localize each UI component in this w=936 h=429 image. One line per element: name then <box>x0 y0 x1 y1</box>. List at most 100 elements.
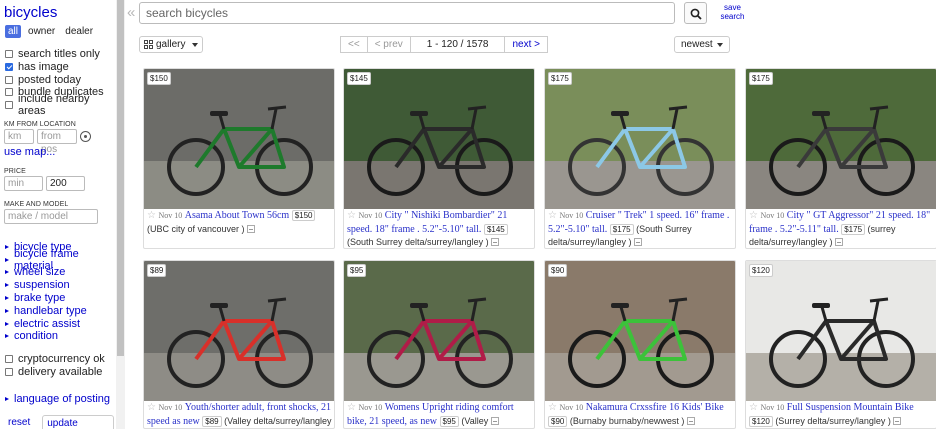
hide-listing-icon[interactable] <box>835 238 844 246</box>
filter-language-of-posting[interactable]: language of posting <box>4 392 114 405</box>
use-map-link[interactable]: use map... <box>4 146 114 158</box>
hide-listing-icon[interactable] <box>686 416 695 425</box>
make-model-input[interactable]: make / model <box>4 209 98 225</box>
listing-photo[interactable]: $150 <box>144 69 334 209</box>
listing-location: (South Surrey delta/surrey/langley ) <box>347 237 489 247</box>
hide-listing-icon[interactable] <box>634 238 643 246</box>
listing-photo[interactable]: $90 <box>545 261 735 401</box>
listing-title[interactable]: Asama About Town 56cm <box>185 210 289 221</box>
language-list: language of posting <box>4 392 114 405</box>
checkbox-box[interactable] <box>5 88 13 97</box>
search-button[interactable] <box>684 2 707 24</box>
locate-me-icon[interactable] <box>80 131 91 143</box>
listing-photo[interactable]: $89 <box>144 261 334 401</box>
star-icon[interactable]: ☆ <box>749 402 758 413</box>
save-search-link[interactable]: save search <box>715 3 750 21</box>
price-badge: $120 <box>749 264 773 277</box>
first-page-button[interactable]: << <box>340 36 368 53</box>
filter-electric-assist[interactable]: electric assist <box>4 317 114 330</box>
include-nearby-areas-checkbox[interactable]: include nearby areas <box>4 93 114 117</box>
checkbox-box[interactable] <box>5 50 13 59</box>
filter-brake-type[interactable]: brake type <box>4 292 114 305</box>
star-icon[interactable]: ☆ <box>347 210 356 221</box>
next-page-button[interactable]: next > <box>504 36 549 53</box>
price-badge: $175 <box>548 72 572 85</box>
hide-listing-icon[interactable] <box>247 224 256 233</box>
listing-location: (Valley <box>461 415 489 426</box>
hide-listing-icon[interactable] <box>893 416 902 425</box>
listing-card[interactable]: $145 ☆ Nov 10 City " Nishiki Bombardier" … <box>343 68 535 249</box>
listing-photo[interactable]: $175 <box>746 69 936 209</box>
listing-photo[interactable]: $145 <box>344 69 534 209</box>
bicycle-photo <box>545 69 735 209</box>
filter-suspension[interactable]: suspension <box>4 279 114 292</box>
filter-handlebar-type[interactable]: handlebar type <box>4 304 114 317</box>
checkbox-box[interactable] <box>5 101 13 110</box>
collapse-sidebar-icon[interactable]: « <box>127 4 135 21</box>
expand-arrow-icon <box>5 334 9 339</box>
has-image-checkbox[interactable]: has image <box>4 61 114 74</box>
listing-price: $150 <box>291 210 316 221</box>
price-min-input[interactable]: min <box>4 176 43 192</box>
listing-card[interactable]: $95 ☆ Nov 10 Womens Upright riding comfor… <box>343 260 535 429</box>
sidebar-scrollbar[interactable] <box>116 0 125 429</box>
checkbox-box[interactable] <box>5 367 13 376</box>
expand-arrow-icon <box>5 396 9 401</box>
hide-listing-icon[interactable] <box>490 416 499 425</box>
scrollbar-thumb[interactable] <box>117 0 124 356</box>
expand-arrow-icon <box>5 270 9 275</box>
view-mode-select[interactable]: gallery <box>139 36 204 53</box>
hide-listing-icon[interactable] <box>491 238 500 246</box>
checkbox-box[interactable] <box>5 75 13 84</box>
listing-info: ☆ Nov 10 Nakamura Crxssfire 16 Kids' Bik… <box>548 401 733 428</box>
checkbox-box[interactable] <box>5 355 13 364</box>
star-icon[interactable]: ☆ <box>147 210 156 221</box>
star-icon[interactable]: ☆ <box>147 402 156 413</box>
listing-card[interactable]: $89 ☆ Nov 10 Youth/shorter adult, front s… <box>143 260 335 429</box>
listing-info: ☆ Nov 10 City " GT Aggressor" 21 speed. … <box>749 209 934 248</box>
listing-date: Nov 10 <box>760 211 785 220</box>
tab-dealer[interactable]: dealer <box>61 24 98 39</box>
checkbox-label: posted today <box>18 73 81 86</box>
search-input[interactable]: search bicycles <box>139 2 675 24</box>
filter-bicycle-frame-material[interactable]: bicycle frame material <box>4 248 114 272</box>
listing-card[interactable]: $175 ☆ Nov 10 City " GT Aggressor" 21 spe… <box>745 68 936 249</box>
listing-title[interactable]: Nakamura Crxssfire 16 Kids' Bike <box>586 402 724 413</box>
tab-owner[interactable]: owner <box>24 24 60 39</box>
listing-photo[interactable]: $175 <box>545 69 735 209</box>
filter-condition[interactable]: condition <box>4 330 114 343</box>
delivery-available-checkbox[interactable]: delivery available <box>4 366 114 379</box>
price-badge: $95 <box>347 264 367 277</box>
listing-card[interactable]: $150 ☆ Nov 10 Asama About Town 56cm $150 … <box>143 68 335 249</box>
price-badge: $145 <box>347 72 371 85</box>
sort-select[interactable]: newest <box>674 36 730 53</box>
search-titles-only-checkbox[interactable]: search titles only <box>4 48 114 61</box>
star-icon[interactable]: ☆ <box>749 210 758 221</box>
price-max-input[interactable]: 200 <box>46 176 85 192</box>
prev-page-button[interactable]: < prev <box>366 36 411 53</box>
posted-today-checkbox[interactable]: posted today <box>4 73 114 86</box>
filter-label: brake type <box>14 292 66 305</box>
listing-photo[interactable]: $120 <box>746 261 936 401</box>
from-pos-input[interactable]: from pos <box>37 129 77 155</box>
update-search-button[interactable]: update search <box>42 414 114 429</box>
listing-photo[interactable]: $95 <box>344 261 534 401</box>
listing-location: (Burnaby burnaby/newwest ) <box>569 415 685 426</box>
listing-card[interactable]: $120 ☆ Nov 10 Full Suspension Mountain Bi… <box>745 260 936 429</box>
make-and-model-label: MAKE AND MODEL <box>4 201 69 209</box>
cryptocurrency-ok-checkbox[interactable]: cryptocurrency ok <box>4 353 114 366</box>
listing-card[interactable]: $175 ☆ Nov 10 Cruiser " Trek" 1 speed. 16… <box>544 68 736 249</box>
listing-title[interactable]: Full Suspension Mountain Bike <box>787 402 914 413</box>
checkbox-box[interactable] <box>5 63 13 72</box>
km-input[interactable]: km <box>4 129 34 145</box>
grid-icon <box>144 40 153 49</box>
tab-all[interactable]: all <box>4 24 23 39</box>
reset-button[interactable]: reset <box>4 415 34 429</box>
page-title[interactable]: bicycles <box>4 4 114 21</box>
star-icon[interactable]: ☆ <box>347 402 356 413</box>
star-icon[interactable]: ☆ <box>548 402 557 413</box>
listing-card[interactable]: $90 ☆ Nov 10 Nakamura Crxssfire 16 Kids' … <box>544 260 736 429</box>
make-row: make / model <box>4 209 114 225</box>
star-icon[interactable]: ☆ <box>548 210 557 221</box>
expand-arrow-icon <box>5 321 9 326</box>
